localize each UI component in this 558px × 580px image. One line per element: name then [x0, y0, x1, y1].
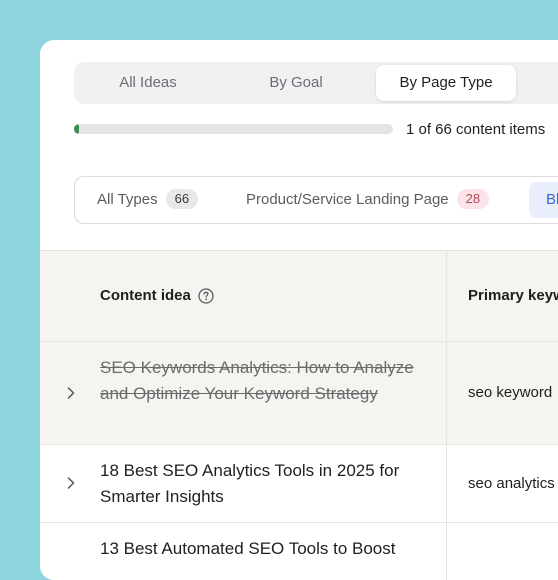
- column-divider: [446, 342, 447, 444]
- filter-landing-page-label: Product/Service Landing Page: [246, 191, 449, 208]
- filter-blog-active[interactable]: Bl: [529, 182, 558, 218]
- filter-landing-page-count: 28: [456, 189, 490, 210]
- table-row[interactable]: 18 Best SEO Analytics Tools in 2025 for …: [40, 444, 558, 522]
- table-row[interactable]: SEO Keywords Analytics: How to Analyze a…: [40, 341, 558, 444]
- column-header-primary-keyword: Primary keyw: [468, 287, 558, 304]
- tab-by-goal[interactable]: By Goal: [226, 65, 366, 101]
- filter-all-types-label: All Types: [97, 191, 158, 208]
- table-row[interactable]: 13 Best Automated SEO Tools to Boost: [40, 522, 558, 580]
- content-idea-title: 18 Best SEO Analytics Tools in 2025 for …: [100, 461, 400, 506]
- tab-all-ideas[interactable]: All Ideas: [78, 65, 218, 101]
- help-icon[interactable]: [198, 288, 214, 304]
- content-ideas-table: Content idea Primary keyw SEO Keywords A…: [40, 250, 558, 580]
- view-tabs: All Ideas By Goal By Page Type: [74, 62, 558, 104]
- table-header-row: Content idea Primary keyw: [40, 250, 558, 341]
- content-idea-title: SEO Keywords Analytics: How to Analyze a…: [100, 358, 414, 403]
- chevron-right-icon[interactable]: [65, 386, 77, 400]
- content-progress-bar: [74, 124, 393, 134]
- filter-landing-page[interactable]: Product/Service Landing Page 28: [246, 177, 490, 223]
- column-divider: [446, 445, 447, 522]
- primary-keyword: seo analytics: [468, 475, 555, 492]
- content-ideas-panel: All Ideas By Goal By Page Type 1 of 66 c…: [40, 40, 558, 580]
- primary-keyword: seo keyword: [468, 384, 553, 401]
- page-type-filter-bar: All Types 66 Product/Service Landing Page…: [74, 176, 558, 224]
- progress-label: 1 of 66 content items: [406, 121, 546, 138]
- content-idea-title: 13 Best Automated SEO Tools to Boost: [100, 539, 396, 558]
- column-header-content-idea: Content idea: [100, 287, 191, 304]
- filter-all-types[interactable]: All Types 66: [97, 177, 199, 223]
- column-divider: [446, 523, 447, 580]
- tab-by-page-type[interactable]: By Page Type: [376, 65, 516, 101]
- progress-fill: [74, 124, 79, 134]
- column-divider: [446, 251, 447, 341]
- chevron-right-icon[interactable]: [65, 476, 77, 490]
- filter-all-types-count: 66: [165, 189, 199, 210]
